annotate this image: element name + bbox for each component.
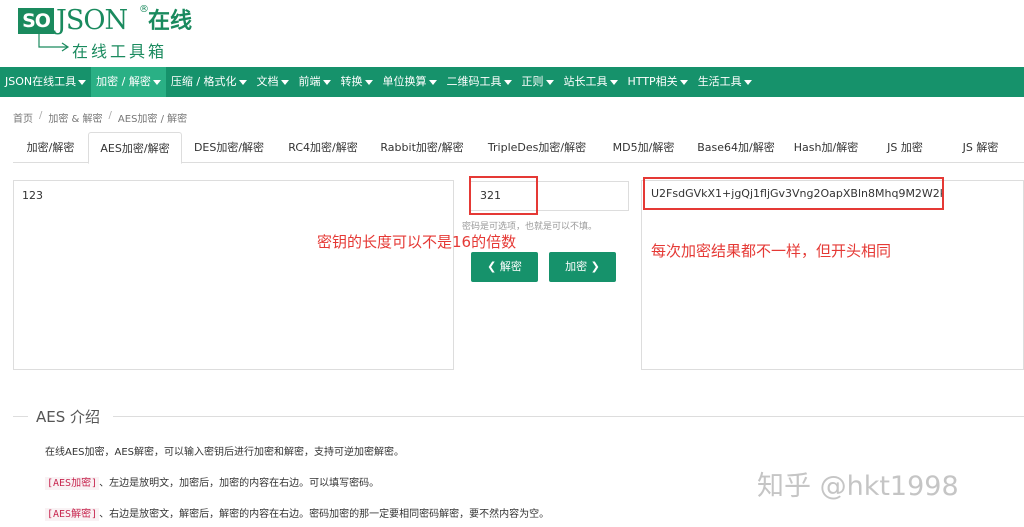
nav-life-tools[interactable]: 生活工具 [693, 67, 757, 97]
nav-compress-format[interactable]: 压缩 / 格式化 [166, 67, 252, 97]
nav-label: JSON在线工具 [5, 75, 77, 88]
tab-base64[interactable]: Base64加/解密 [687, 132, 785, 163]
tab-rabbit[interactable]: Rabbit加密/解密 [370, 132, 474, 163]
nav-label: 转换 [340, 75, 363, 88]
caret-down-icon [545, 80, 554, 85]
tab-des[interactable]: DES加密/解密 [182, 132, 276, 163]
breadcrumb-home[interactable]: 首页 [13, 110, 33, 125]
decrypt-button[interactable]: ❮ 解密 [471, 252, 538, 282]
nav-label: 压缩 / 格式化 [170, 75, 237, 88]
caret-down-icon [280, 80, 289, 85]
caret-down-icon [364, 80, 373, 85]
nav-label: 单位换算 [382, 75, 427, 88]
caret-down-icon [322, 80, 331, 85]
plaintext-textarea[interactable]: 123 [13, 180, 454, 370]
tab-js-decrypt[interactable]: JS 解密 [943, 132, 1018, 163]
nav-qrcode-tools[interactable]: 二维码工具 [442, 67, 517, 97]
intro-line-2-text: 、左边是放明文，加密后，加密的内容在右边。可以填写密码。 [99, 478, 380, 489]
tab-hash[interactable]: Hash加/解密 [785, 132, 867, 163]
aes-encrypt-tag: [AES加密] [45, 477, 100, 490]
nav-docs[interactable]: 文档 [252, 67, 294, 97]
divider [113, 416, 1024, 417]
chevron-left-icon: ❮ [487, 260, 500, 273]
caret-down-icon [679, 80, 688, 85]
breadcrumb-current: AES加密 / 解密 [117, 114, 188, 125]
watermark: 知乎 @hkt1998 [757, 471, 959, 502]
aes-decrypt-tag: [AES解密] [45, 508, 100, 521]
decrypt-button-label: 解密 [499, 260, 522, 273]
tab-tripledes[interactable]: TripleDes加密/解密 [474, 132, 600, 163]
tab-encrypt-decrypt[interactable]: 加密/解密 [13, 132, 88, 163]
nav-webmaster-tools[interactable]: 站长工具 [559, 67, 623, 97]
nav-label: 生活工具 [697, 75, 742, 88]
nav-label: 正则 [521, 75, 544, 88]
key-input-value[interactable]: 321 [469, 176, 538, 215]
site-logo[interactable]: SO JSON ® 在线 在线工具箱 [18, 4, 198, 61]
divider [13, 416, 28, 417]
intro-line-3-text: 、右边是放密文，解密后，解密的内容在右边。密码加密的那一定要相同密码解密，要不然… [99, 509, 550, 520]
logo-arrow-icon [38, 33, 70, 52]
caret-down-icon [152, 80, 161, 85]
result-annotation: 每次加密结果都不一样，但开头相同 [651, 242, 892, 260]
tool-tabs: 加密/解密 AES加密/解密 DES加密/解密 RC4加密/解密 Rabbit加… [13, 132, 1024, 164]
ciphertext-value[interactable]: U2FsdGVkX1+jgQj1fljGv3Vng2OapXBln8Mhq9M2… [643, 177, 944, 210]
caret-down-icon [503, 80, 512, 85]
nav-label: 加密 / 解密 [96, 75, 151, 88]
nav-frontend[interactable]: 前端 [294, 67, 336, 97]
nav-json-tools[interactable]: JSON在线工具 [0, 67, 91, 97]
nav-label: 站长工具 [563, 75, 608, 88]
intro-title: AES 介绍 [36, 408, 101, 426]
tab-md5[interactable]: MD5加/解密 [600, 132, 687, 163]
caret-down-icon [743, 80, 752, 85]
nav-unit-conversion[interactable]: 单位换算 [378, 67, 442, 97]
nav-label: 文档 [256, 75, 279, 88]
nav-label: 前端 [298, 75, 321, 88]
nav-regex[interactable]: 正则 [517, 67, 559, 97]
nav-label: 二维码工具 [446, 75, 502, 88]
encrypt-button[interactable]: 加密 ❯ [549, 252, 616, 282]
tab-rc4[interactable]: RC4加密/解密 [276, 132, 370, 163]
intro-line-2: [AES加密] 、左边是放明文，加密后，加密的内容在右边。可以填写密码。 [45, 474, 380, 490]
logo-subtitle: 在线工具箱 [72, 42, 168, 61]
key-length-annotation: 密钥的长度可以不是16的倍数 [317, 233, 517, 251]
encrypt-button-label: 加密 [565, 260, 588, 273]
main-navbar: JSON在线工具 加密 / 解密 压缩 / 格式化 文档 前端 转换 单位换算 … [0, 67, 1024, 97]
nav-label: HTTP相关 [627, 75, 678, 88]
caret-down-icon [78, 80, 87, 85]
intro-line-1: 在线AES加密，AES解密，可以输入密钥后进行加密和解密，支持可逆加密解密。 [45, 447, 405, 458]
breadcrumb: 首页 / 加密 & 解密 / AES加密 / 解密 [13, 110, 187, 125]
breadcrumb-section[interactable]: 加密 & 解密 [48, 110, 102, 125]
nav-http[interactable]: HTTP相关 [623, 67, 693, 97]
chevron-right-icon: ❯ [587, 260, 600, 273]
intro-line-3: [AES解密] 、右边是放密文，解密后，解密的内容在右边。密码加密的那一定要相同密… [45, 505, 550, 521]
tab-js-encrypt[interactable]: JS 加密 [867, 132, 943, 163]
breadcrumb-separator: / [108, 110, 112, 121]
nav-convert[interactable]: 转换 [336, 67, 378, 97]
caret-down-icon [609, 80, 618, 85]
caret-down-icon [428, 80, 437, 85]
logo-zaixian-text: 在线 [148, 9, 193, 34]
logo-so-box: SO [18, 8, 54, 34]
caret-down-icon [238, 80, 247, 85]
breadcrumb-separator: / [39, 110, 43, 121]
tab-aes[interactable]: AES加密/解密 [88, 132, 182, 164]
nav-encrypt-decrypt[interactable]: 加密 / 解密 [91, 67, 166, 97]
